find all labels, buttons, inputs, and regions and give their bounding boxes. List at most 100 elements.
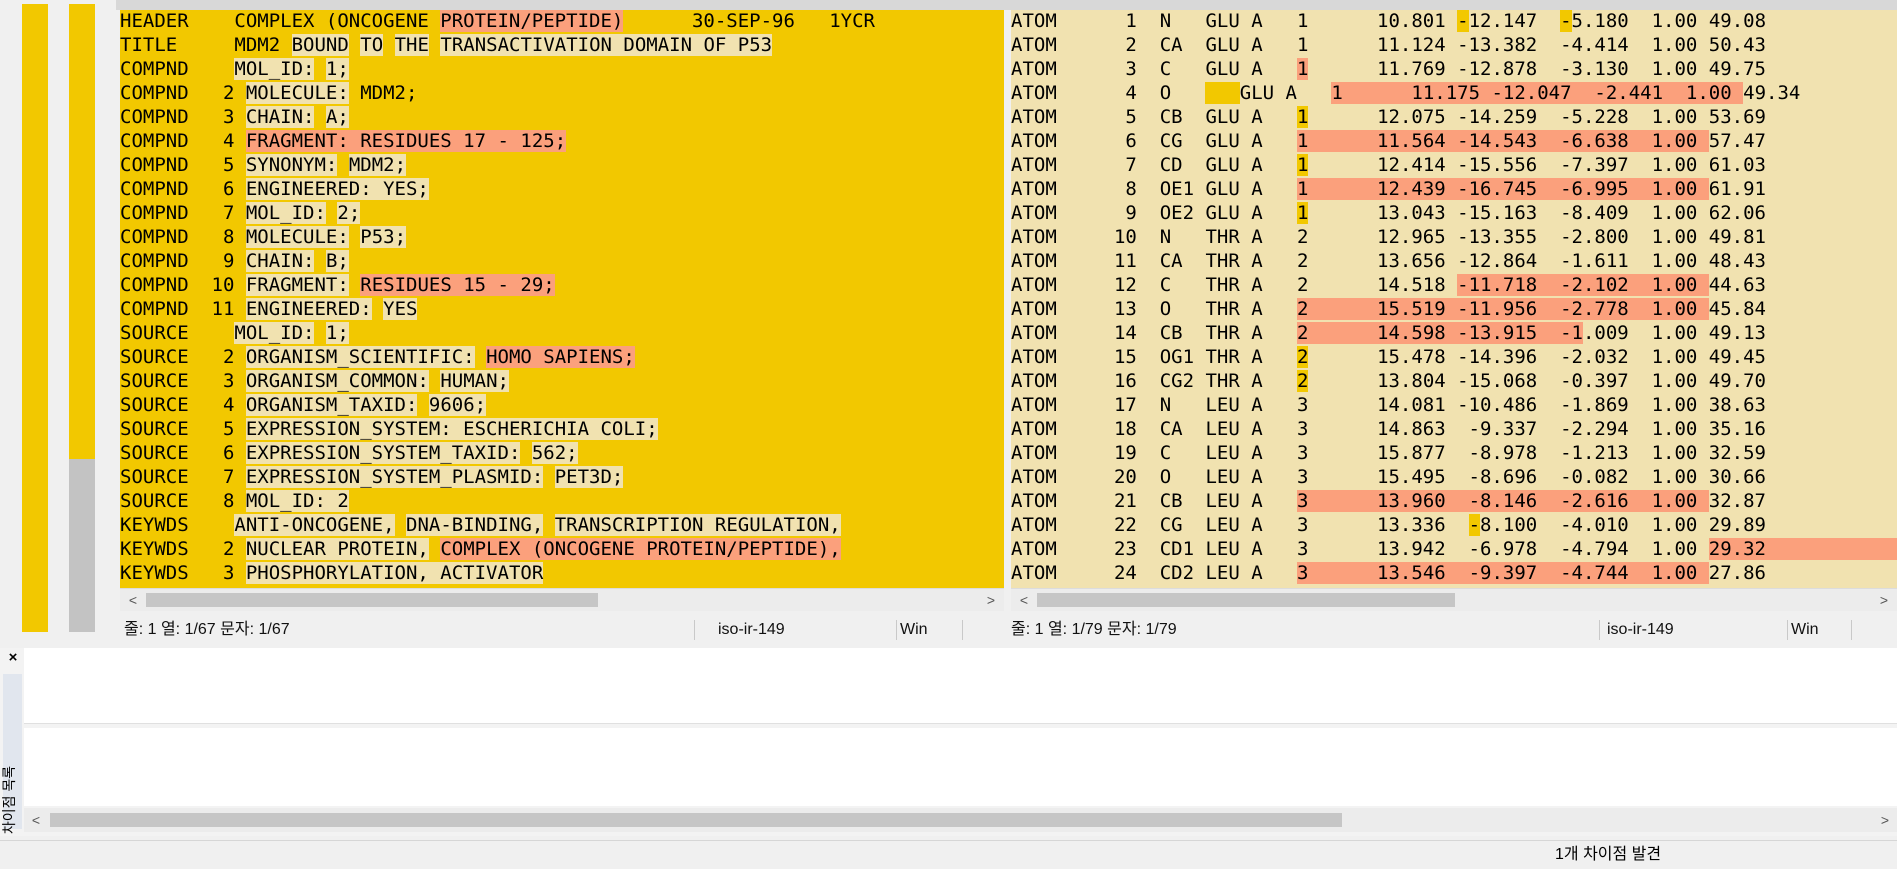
left-file-pane[interactable]: HEADER COMPLEX (ONCOGENE PROTEIN/PEPTIDE… (120, 10, 1004, 588)
right-line[interactable]: ATOM 18 CA LEU A 3 14.863 -9.337 -2.294 … (1011, 417, 1766, 441)
right-line[interactable]: ATOM 1 N GLU A 1 10.801 -12.147 -5.180 1… (1011, 10, 1766, 33)
right-eol[interactable]: Win (1791, 612, 1819, 648)
line-segment: 9606; (428, 394, 487, 416)
line-segment: 2 14.598 -13.915 -1 (1296, 322, 1583, 344)
right-line[interactable]: ATOM 16 CG2 THR A 2 13.804 -15.068 -0.39… (1011, 369, 1766, 393)
close-icon[interactable]: × (4, 648, 22, 668)
right-line[interactable]: ATOM 21 CB LEU A 3 13.960 -8.146 -2.616 … (1011, 489, 1766, 513)
left-encoding[interactable]: iso-ir-149 (718, 612, 785, 648)
left-line[interactable]: COMPND MOL_ID: 1; (120, 57, 349, 81)
line-segment: ATOM 21 CB LEU A (1011, 490, 1297, 512)
line-segment: 1 (1296, 202, 1309, 224)
right-line[interactable]: ATOM 8 OE1 GLU A 1 12.439 -16.745 -6.995… (1011, 177, 1766, 201)
left-line[interactable]: SOURCE 6 EXPRESSION_SYSTEM_TAXID: 562; (120, 441, 578, 465)
scroll-right-arrow[interactable]: > (1873, 808, 1897, 832)
left-line[interactable]: COMPND 9 CHAIN: B; (120, 249, 349, 273)
right-line[interactable]: ATOM 13 O THR A 2 15.519 -11.956 -2.778 … (1011, 297, 1766, 321)
right-line[interactable]: ATOM 23 CD1 LEU A 3 13.942 -6.978 -4.794… (1011, 537, 1897, 561)
right-line[interactable]: ATOM 19 C LEU A 3 15.877 -8.978 -1.213 1… (1011, 441, 1766, 465)
right-line[interactable]: ATOM 17 N LEU A 3 14.081 -10.486 -1.869 … (1011, 393, 1766, 417)
left-line[interactable]: KEYWDS 2 NUCLEAR PROTEIN, COMPLEX (ONCOG… (120, 537, 841, 561)
location-pane-right[interactable] (69, 4, 95, 632)
diff-pane-upper[interactable] (24, 648, 1897, 724)
diff-count-status: 1개 차이점 발견 (1555, 846, 1662, 863)
left-line[interactable]: COMPND 4 FRAGMENT: RESIDUES 17 - 125; (120, 129, 567, 153)
location-pane-left[interactable] (22, 4, 48, 632)
line-segment: ATOM 14 CB THR A (1011, 322, 1297, 344)
line-segment (543, 514, 554, 536)
right-line[interactable]: ATOM 7 CD GLU A 1 12.414 -15.556 -7.397 … (1011, 153, 1766, 177)
left-line[interactable]: COMPND 7 MOL_ID: 2; (120, 201, 361, 225)
line-segment: SOURCE 6 (120, 442, 246, 464)
diff-list-tab[interactable]: 차이점 목록 (1, 674, 22, 834)
line-segment: EXPRESSION_SYSTEM_PLASMID: (245, 466, 544, 488)
line-segment: CHAIN: (245, 250, 315, 272)
left-line[interactable]: COMPND 10 FRAGMENT: RESIDUES 15 - 29; (120, 273, 555, 297)
left-line[interactable]: COMPND 8 MOLECULE: P53; (120, 225, 407, 249)
right-line[interactable]: ATOM 9 OE2 GLU A 1 13.043 -15.163 -8.409… (1011, 201, 1766, 225)
left-line[interactable]: KEYWDS 3 PHOSPHORYLATION, ACTIVATOR (120, 561, 544, 585)
diff-list-tab-label: 차이점 목록 (1, 765, 18, 835)
scroll-right-arrow[interactable]: > (980, 589, 1002, 611)
left-line[interactable]: SOURCE 4 ORGANISM_TAXID: 9606; (120, 393, 487, 417)
line-segment: GLU A (1239, 82, 1332, 104)
line-segment: COMPND 7 (120, 202, 246, 224)
line-segment (349, 34, 360, 56)
right-line[interactable]: ATOM 20 O LEU A 3 15.495 -8.696 -0.082 1… (1011, 465, 1766, 489)
left-eol[interactable]: Win (900, 612, 928, 648)
right-line[interactable]: ATOM 3 C GLU A 1 11.769 -12.878 -3.130 1… (1011, 57, 1766, 81)
right-line[interactable]: ATOM 10 N THR A 2 12.965 -13.355 -2.800 … (1011, 225, 1766, 249)
left-line[interactable]: COMPND 11 ENGINEERED: YES (120, 297, 418, 321)
left-line[interactable]: COMPND 6 ENGINEERED: YES; (120, 177, 429, 201)
left-line[interactable]: SOURCE MOL_ID: 1; (120, 321, 349, 345)
scroll-left-arrow[interactable]: < (24, 808, 48, 832)
left-line[interactable]: SOURCE 7 EXPRESSION_SYSTEM_PLASMID: PET3… (120, 465, 624, 489)
line-segment: 2 (1296, 346, 1309, 368)
line-segment: SYNONYM: (245, 154, 338, 176)
line-segment: MOL_ID: (245, 202, 326, 224)
right-line[interactable]: ATOM 11 CA THR A 2 13.656 -12.864 -1.611… (1011, 249, 1766, 273)
line-segment (395, 514, 406, 536)
scroll-left-arrow[interactable]: < (1013, 589, 1035, 611)
right-line[interactable]: ATOM 12 C THR A 2 14.518 -11.718 -2.102 … (1011, 273, 1766, 297)
left-line[interactable]: SOURCE 3 ORGANISM_COMMON: HUMAN; (120, 369, 509, 393)
left-hscroll-thumb[interactable] (146, 593, 598, 607)
right-line[interactable]: ATOM 6 CG GLU A 1 11.564 -14.543 -6.638 … (1011, 129, 1766, 153)
line-segment: 11.769 -12.878 -3.130 1.00 49.75 (1308, 58, 1766, 80)
left-line[interactable]: COMPND 2 MOLECULE: MDM2; (120, 81, 417, 105)
left-line[interactable]: KEYWDS ANTI-ONCOGENE, DNA-BINDING, TRANS… (120, 513, 841, 537)
right-encoding[interactable]: iso-ir-149 (1607, 612, 1674, 648)
right-line[interactable]: ATOM 15 OG1 THR A 2 15.478 -14.396 -2.03… (1011, 345, 1766, 369)
scroll-left-arrow[interactable]: < (122, 589, 144, 611)
left-line[interactable]: COMPND 3 CHAIN: A; (120, 105, 349, 129)
left-line[interactable]: HEADER COMPLEX (ONCOGENE PROTEIN/PEPTIDE… (120, 10, 875, 33)
right-hscrollbar[interactable]: < > (1011, 588, 1897, 611)
right-line[interactable]: ATOM 14 CB THR A 2 14.598 -13.915 -1.009… (1011, 321, 1766, 345)
left-line[interactable]: TITLE MDM2 BOUND TO THE TRANSACTIVATION … (120, 33, 773, 57)
right-line[interactable]: ATOM 22 CG LEU A 3 13.336 -8.100 -4.010 … (1011, 513, 1766, 537)
scroll-right-arrow[interactable]: > (1873, 589, 1895, 611)
right-file-pane[interactable]: ATOM 1 N GLU A 1 10.801 -12.147 -5.180 1… (1011, 10, 1897, 588)
left-line[interactable]: SOURCE 5 EXPRESSION_SYSTEM: ESCHERICHIA … (120, 417, 658, 441)
line-segment: 1; (325, 58, 349, 80)
diff-hscroll-thumb[interactable] (50, 813, 1342, 827)
right-hscroll-thumb[interactable] (1037, 593, 1455, 607)
right-line[interactable]: ATOM 2 CA GLU A 1 11.124 -13.382 -4.414 … (1011, 33, 1766, 57)
line-segment: COMPND 3 (120, 106, 246, 128)
line-segment (326, 202, 337, 224)
diff-pane-lower[interactable] (24, 728, 1897, 806)
left-line[interactable]: SOURCE 2 ORGANISM_SCIENTIFIC: HOMO SAPIE… (120, 345, 635, 369)
right-line[interactable]: ATOM 24 CD2 LEU A 3 13.546 -9.397 -4.744… (1011, 561, 1766, 585)
right-line[interactable]: ATOM 4 O GLU A 1 11.175 -12.047 -2.441 1… (1011, 81, 1800, 105)
line-segment: ATOM 10 N THR A 2 12.965 -13.355 -2.800 … (1011, 226, 1766, 248)
line-segment: ATOM 23 CD1 LEU A 3 13.942 -6.978 -4.794… (1011, 538, 1709, 560)
line-segment: ATOM 22 CG LEU A 3 13.336 (1011, 514, 1469, 536)
line-segment: ATOM 11 CA THR A 2 13.656 -12.864 -1.611… (1011, 250, 1766, 272)
left-hscrollbar[interactable]: < > (120, 588, 1004, 611)
status-separator (1599, 620, 1600, 640)
diff-hscrollbar[interactable]: < > (24, 808, 1897, 832)
location-bar[interactable] (0, 0, 116, 632)
left-line[interactable]: SOURCE 8 MOL_ID: 2 (120, 489, 349, 513)
right-line[interactable]: ATOM 5 CB GLU A 1 12.075 -14.259 -5.228 … (1011, 105, 1766, 129)
left-line[interactable]: COMPND 5 SYNONYM: MDM2; (120, 153, 407, 177)
